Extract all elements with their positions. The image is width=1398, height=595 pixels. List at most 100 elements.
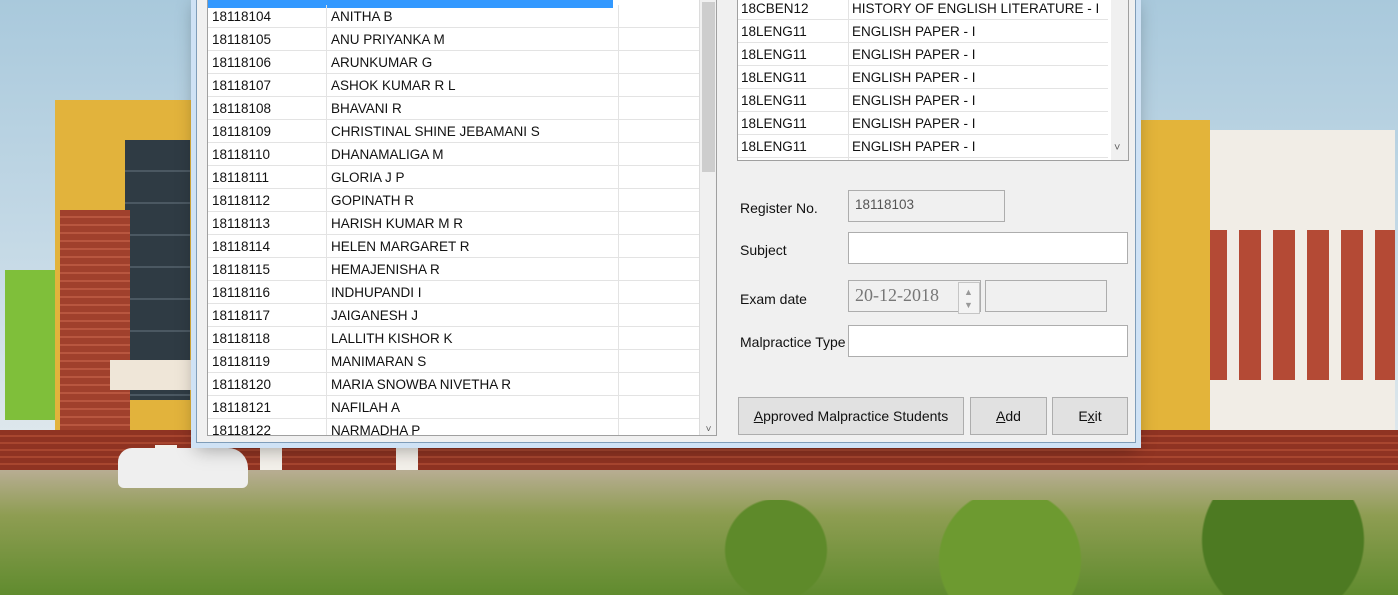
student-reg-no: 18118113	[212, 216, 271, 231]
student-list[interactable]: 18118104 ANITHA B 18118105 ANU PRIYANKA M 18…	[207, 0, 717, 436]
malpractice-type-field[interactable]	[848, 325, 1128, 357]
subject-row[interactable]: 18LENG11 ENGLISH PAPER - I	[738, 20, 1108, 43]
subject-title: HISTORY OF ENGLISH LITERATURE - I	[848, 0, 1108, 20]
student-reg-no: 18118115	[212, 262, 271, 277]
student-row[interactable]: 18118118 LALLITH KISHOR K	[208, 327, 700, 350]
student-row[interactable]: 18118119 MANIMARAN S	[208, 350, 700, 373]
student-reg-no: 18118106	[212, 55, 272, 70]
student-row[interactable]: 18118111 GLORIA J P	[208, 166, 700, 189]
student-row[interactable]: 18118113 HARISH KUMAR M R	[208, 212, 700, 235]
subject-code: 18LENG11	[741, 93, 807, 108]
subject-row[interactable]: 18LENG11 ENGLISH PAPER - I	[738, 135, 1108, 158]
student-row[interactable]: 18118116 INDHUPANDI I	[208, 281, 700, 304]
empty-cell	[618, 235, 700, 258]
empty-cell	[618, 143, 700, 166]
student-name: HEMAJENISHA R	[326, 258, 616, 281]
student-name: ANITHA B	[326, 5, 616, 28]
student-row[interactable]: 18118109 CHRISTINAL SHINE JEBAMANI S	[208, 120, 700, 143]
empty-cell	[618, 419, 700, 435]
student-reg-no: 18118121	[212, 400, 272, 415]
student-reg-no: 18118122	[212, 423, 272, 436]
student-reg-no: 18118112	[212, 193, 271, 208]
empty-cell	[618, 304, 700, 327]
student-name: LALLITH KISHOR K	[326, 327, 616, 350]
student-row[interactable]: 18118122 NARMADHA P	[208, 419, 700, 436]
subject-list-scrollbar[interactable]: ˅	[1111, 0, 1128, 160]
subject-row[interactable]: 18CBEN12 HISTORY OF ENGLISH LITERATURE - …	[738, 0, 1108, 20]
subject-row[interactable]: 18CBEN11SOCIAL HISTORY OF ENGLAND - I	[738, 158, 1108, 160]
approved-malpractice-students-button[interactable]: Approved Malpractice Students	[738, 397, 964, 435]
student-reg-no: 18118118	[212, 331, 271, 346]
subject-title: ENGLISH PAPER - I	[848, 89, 1108, 112]
register-no-label: Register No.	[740, 200, 818, 216]
student-row[interactable]: 18118110 DHANAMALIGA M	[208, 143, 700, 166]
subject-title: ENGLISH PAPER - I	[848, 66, 1108, 89]
subject-row[interactable]: 18LENG11 ENGLISH PAPER - I	[738, 66, 1108, 89]
subject-title: ENGLISH PAPER - I	[848, 20, 1108, 43]
student-name: CHRISTINAL SHINE JEBAMANI S	[326, 120, 616, 143]
empty-cell	[618, 97, 700, 120]
portico-roof	[110, 360, 210, 390]
right-yellow-tower	[1135, 120, 1210, 460]
white-car	[118, 448, 248, 488]
student-reg-no: 18118117	[212, 308, 271, 323]
green-building	[5, 270, 60, 420]
subject-title: SOCIAL HISTORY OF ENGLAND - I	[848, 158, 1108, 160]
subject-title: ENGLISH PAPER - I	[848, 43, 1108, 66]
student-reg-no: 18118116	[212, 285, 271, 300]
student-reg-no: 18118120	[212, 377, 272, 392]
student-row[interactable]: 18118108 BHAVANI R	[208, 97, 700, 120]
student-row[interactable]: 18118105 ANU PRIYANKA M	[208, 28, 700, 51]
student-reg-no: 18118104	[212, 9, 272, 24]
student-name: GOPINATH R	[326, 189, 616, 212]
empty-cell	[618, 373, 700, 396]
subject-row[interactable]: 18LENG11 ENGLISH PAPER - I	[738, 89, 1108, 112]
empty-cell	[618, 327, 700, 350]
student-name: HARISH KUMAR M R	[326, 212, 616, 235]
add-button[interactable]: Add	[970, 397, 1047, 435]
subject-list[interactable]: 18CBEN12 HISTORY OF ENGLISH LITERATURE - …	[737, 0, 1129, 161]
empty-cell	[618, 189, 700, 212]
student-reg-no: 18118111	[212, 170, 270, 185]
student-reg-no: 18118108	[212, 101, 272, 116]
subject-row[interactable]: 18LENG11 ENGLISH PAPER - I	[738, 43, 1108, 66]
student-row[interactable]: 18118115 HEMAJENISHA R	[208, 258, 700, 281]
subject-row[interactable]: 18LENG11 ENGLISH PAPER - I	[738, 112, 1108, 135]
subject-field[interactable]	[848, 232, 1128, 264]
subject-label: Subject	[740, 242, 787, 258]
student-row[interactable]: 18118112 GOPINATH R	[208, 189, 700, 212]
register-no-field[interactable]: 18118103	[848, 190, 1005, 222]
subject-title: ENGLISH PAPER - I	[848, 112, 1108, 135]
register-no-value: 18118103	[855, 197, 915, 212]
empty-cell	[618, 51, 700, 74]
student-row[interactable]: 18118117 JAIGANESH J	[208, 304, 700, 327]
student-row[interactable]: 18118107 ASHOK KUMAR R L	[208, 74, 700, 97]
student-row[interactable]: 18118106 ARUNKUMAR G	[208, 51, 700, 74]
student-name: INDHUPANDI I	[326, 281, 616, 304]
student-row[interactable]: 18118120 MARIA SNOWBA NIVETHA R	[208, 373, 700, 396]
spin-up-icon[interactable]: ▲	[964, 287, 973, 297]
scrollbar-thumb[interactable]	[702, 2, 715, 172]
exit-button[interactable]: Exit	[1052, 397, 1128, 435]
empty-cell	[618, 74, 700, 97]
exam-date-spinner[interactable]: ▲ ▼	[958, 282, 980, 314]
student-list-scrollbar[interactable]: ˅	[699, 0, 716, 435]
student-reg-no: 18118105	[212, 32, 272, 47]
student-row[interactable]: 18118121 NAFILAH A	[208, 396, 700, 419]
left-red-brick-wall	[60, 210, 130, 460]
subject-code: 18LENG11	[741, 139, 807, 154]
chevron-down-icon[interactable]: ˅	[1114, 142, 1120, 154]
malpractice-entry-window: 18118104 ANITHA B 18118105 ANU PRIYANKA M 18…	[196, 0, 1136, 443]
student-name: ASHOK KUMAR R L	[326, 74, 616, 97]
empty-cell	[618, 396, 700, 419]
student-name: HELEN MARGARET R	[326, 235, 616, 258]
exam-date-label: Exam date	[740, 291, 807, 307]
empty-cell	[618, 212, 700, 235]
empty-cell	[618, 28, 700, 51]
spin-down-icon[interactable]: ▼	[964, 300, 973, 310]
student-row[interactable]: 18118104 ANITHA B	[208, 5, 700, 28]
exam-extra-field[interactable]	[985, 280, 1107, 312]
chevron-down-icon[interactable]: ˅	[702, 423, 715, 435]
student-name: ARUNKUMAR G	[326, 51, 616, 74]
student-row[interactable]: 18118114 HELEN MARGARET R	[208, 235, 700, 258]
